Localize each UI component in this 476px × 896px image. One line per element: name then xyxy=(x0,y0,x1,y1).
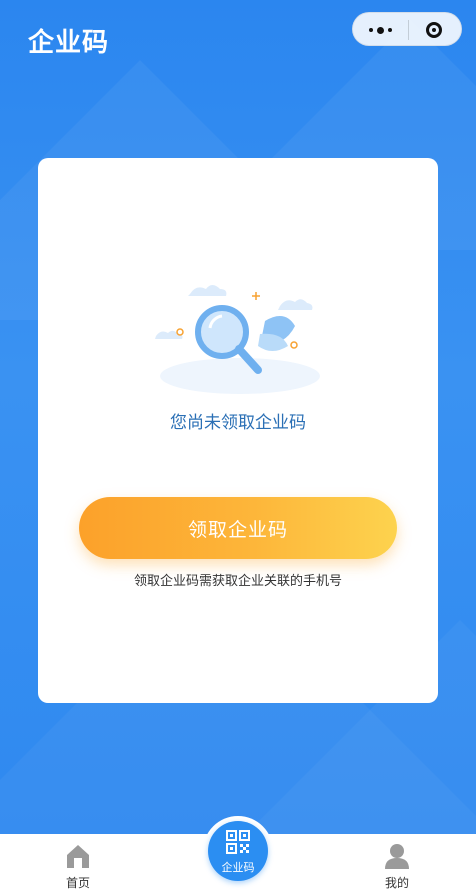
claim-code-button[interactable]: 领取企业码 xyxy=(79,497,397,559)
nav-bar: 企业码 xyxy=(0,0,476,80)
more-button[interactable] xyxy=(353,13,408,47)
page-title: 企业码 xyxy=(28,28,110,58)
tab-enterprise-code-label: 企业码 xyxy=(221,861,255,874)
hint-text: 领取企业码需获取企业关联的手机号 xyxy=(133,574,342,589)
target-close-icon xyxy=(426,22,442,38)
content-card: 您尚未领取企业码 领取企业码 领取企业码需获取企业关联的手机号 xyxy=(38,158,438,703)
tab-mine[interactable]: 我的 xyxy=(357,834,437,896)
tab-home[interactable]: 首页 xyxy=(38,834,118,896)
home-icon xyxy=(67,845,89,868)
qr-code-icon xyxy=(226,830,250,854)
tab-home-label: 首页 xyxy=(65,876,90,890)
close-button[interactable] xyxy=(407,13,461,47)
magnifier-leaf-illustration xyxy=(155,285,320,394)
user-icon xyxy=(385,844,409,869)
tab-enterprise-code[interactable]: 企业码 xyxy=(203,816,273,886)
tab-mine-label: 我的 xyxy=(384,876,409,890)
more-dots-icon xyxy=(369,28,373,32)
mini-program-capsule xyxy=(352,12,462,46)
empty-state-text: 您尚未领取企业码 xyxy=(170,413,306,433)
